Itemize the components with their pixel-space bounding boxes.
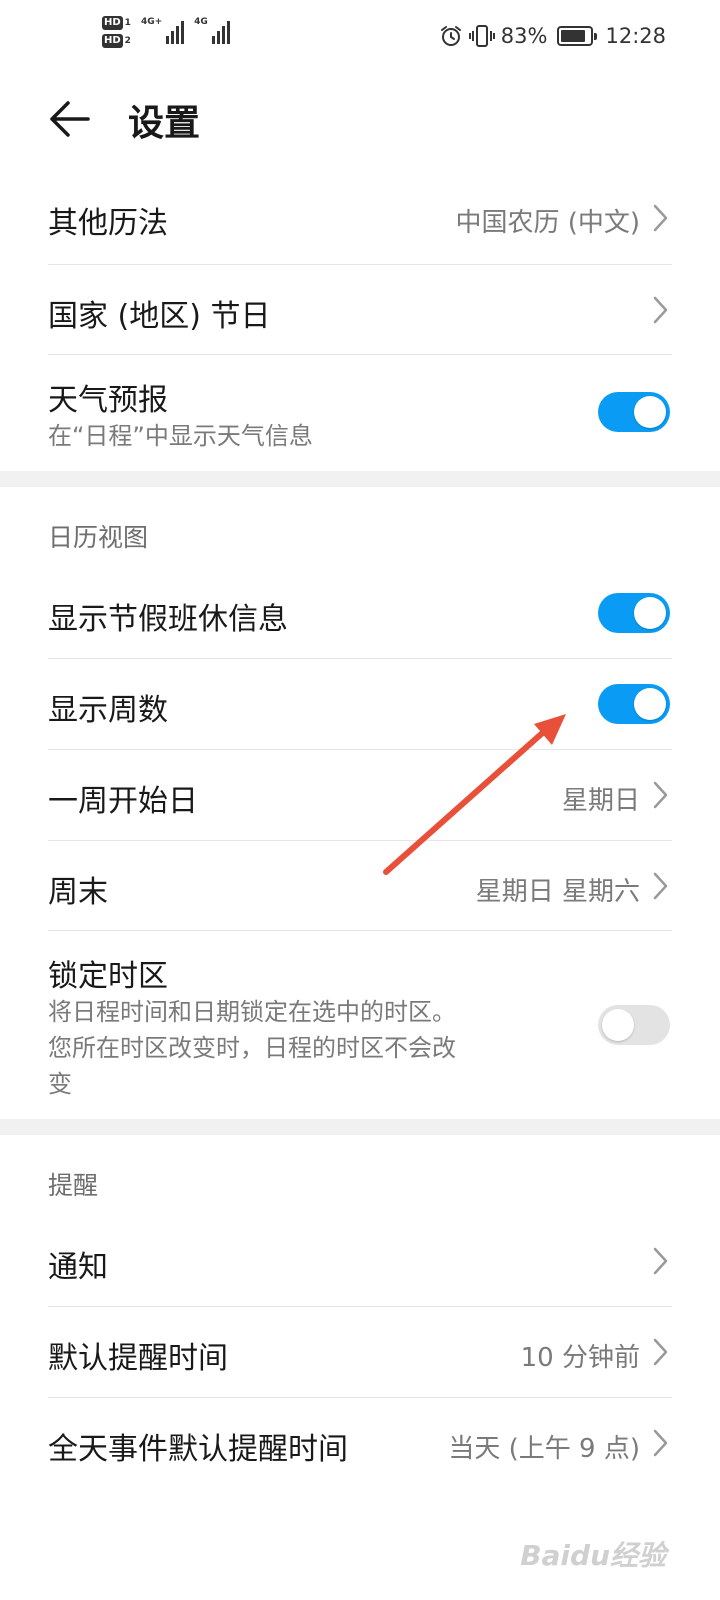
all-day-reminder-value: 当天 (上午 9 点) <box>448 1434 640 1464</box>
weekend-title: 周末 <box>48 875 108 910</box>
network-type-sim1: 4G+ <box>140 17 163 27</box>
lock-timezone-subtitle-line1: 将日程时间和日期锁定在选中的时区。 <box>48 998 456 1026</box>
signal-icon-sim2: 4G <box>194 16 230 44</box>
battery-percent: 83% <box>500 24 548 48</box>
battery-fill <box>561 30 585 42</box>
status-bar: HD 1 HD 2 4G+ 4G 83% 12:28 <box>0 0 720 80</box>
holidays-title: 国家 (地区) 节日 <box>48 299 271 334</box>
default-reminder-row[interactable]: 默认提醒时间 10 分钟前 <box>48 1307 672 1396</box>
chevron-right-icon <box>653 1247 668 1275</box>
lock-timezone-subtitle-line3: 变 <box>48 1070 72 1098</box>
reminders-section-label: 提醒 <box>48 1171 99 1200</box>
alarm-icon <box>440 26 461 46</box>
weather-subtitle: 在“日程”中显示天气信息 <box>48 422 313 450</box>
chevron-right-icon <box>653 1429 668 1457</box>
show-holiday-info-toggle[interactable] <box>598 593 670 633</box>
battery-icon <box>557 26 598 46</box>
weekend-row[interactable]: 周末 星期日 星期六 <box>48 841 672 930</box>
section-separator <box>0 471 720 487</box>
watermark-logo: Baidu经验 <box>520 1539 666 1572</box>
weekend-value: 星期日 星期六 <box>475 877 640 907</box>
hd-badges: HD 1 HD 2 <box>102 16 131 48</box>
show-week-numbers-toggle[interactable] <box>598 684 670 724</box>
network-type-sim2: 4G <box>194 17 208 27</box>
chevron-right-icon <box>653 872 668 900</box>
show-holiday-info-row: 显示节假班休信息 <box>48 568 672 658</box>
week-start-title: 一周开始日 <box>48 784 198 819</box>
chevron-right-icon <box>653 296 668 324</box>
holidays-row[interactable]: 国家 (地区) 节日 <box>48 265 672 353</box>
toggle-knob <box>634 688 666 720</box>
hd-label-1: HD <box>102 16 123 30</box>
other-calendar-title: 其他历法 <box>48 206 168 241</box>
other-calendar-value: 中国农历 (中文) <box>455 208 640 238</box>
all-day-reminder-title: 全天事件默认提醒时间 <box>48 1432 348 1467</box>
lock-timezone-toggle[interactable] <box>598 1005 670 1045</box>
calendar-view-section-label: 日历视图 <box>48 523 149 552</box>
hd-sub-1: 1 <box>124 18 131 28</box>
chevron-right-icon <box>653 781 668 809</box>
lock-timezone-title: 锁定时区 <box>48 959 168 994</box>
other-calendar-row[interactable]: 其他历法 中国农历 (中文) <box>48 176 672 264</box>
vibrate-icon <box>468 25 495 47</box>
default-reminder-value: 10 分钟前 <box>520 1343 640 1373</box>
page-title: 设置 <box>128 103 201 144</box>
toggle-knob <box>634 597 666 629</box>
show-week-numbers-row: 显示周数 <box>48 659 672 748</box>
weather-title: 天气预报 <box>48 383 168 418</box>
signal-icon-sim1: 4G+ <box>140 16 185 44</box>
week-start-row[interactable]: 一周开始日 星期日 <box>48 750 672 839</box>
show-holiday-info-title: 显示节假班休信息 <box>48 602 288 637</box>
lock-timezone-row: 锁定时区 将日程时间和日期锁定在选中的时区。 您所在时区改变时，日程的时区不会改… <box>48 931 672 1119</box>
section-separator <box>0 1119 720 1135</box>
hd-badge-2: HD 2 <box>102 34 131 48</box>
hd-label-2: HD <box>102 34 123 48</box>
weather-toggle[interactable] <box>598 392 670 432</box>
notifications-title: 通知 <box>48 1250 108 1285</box>
arrow-left-icon[interactable] <box>46 98 96 140</box>
show-week-numbers-title: 显示周数 <box>48 693 168 728</box>
hd-badge-1: HD 1 <box>102 16 131 30</box>
app-header: 设置 <box>0 84 720 154</box>
all-day-reminder-row[interactable]: 全天事件默认提醒时间 当天 (上午 9 点) <box>48 1398 672 1487</box>
clock: 12:28 <box>605 24 666 48</box>
week-start-value: 星期日 <box>561 786 640 816</box>
status-right: 83% 12:28 <box>439 24 666 48</box>
default-reminder-title: 默认提醒时间 <box>48 1341 228 1376</box>
toggle-knob <box>602 1009 634 1041</box>
hd-sub-2: 2 <box>124 36 131 46</box>
chevron-right-icon <box>653 1338 668 1366</box>
weather-row: 天气预报 在“日程”中显示天气信息 <box>48 355 672 470</box>
lock-timezone-subtitle-line2: 您所在时区改变时，日程的时区不会改 <box>48 1034 456 1062</box>
chevron-right-icon <box>653 204 668 232</box>
network-indicators: HD 1 HD 2 4G+ 4G <box>102 16 230 48</box>
notifications-row[interactable]: 通知 <box>48 1216 672 1305</box>
toggle-knob <box>634 396 666 428</box>
